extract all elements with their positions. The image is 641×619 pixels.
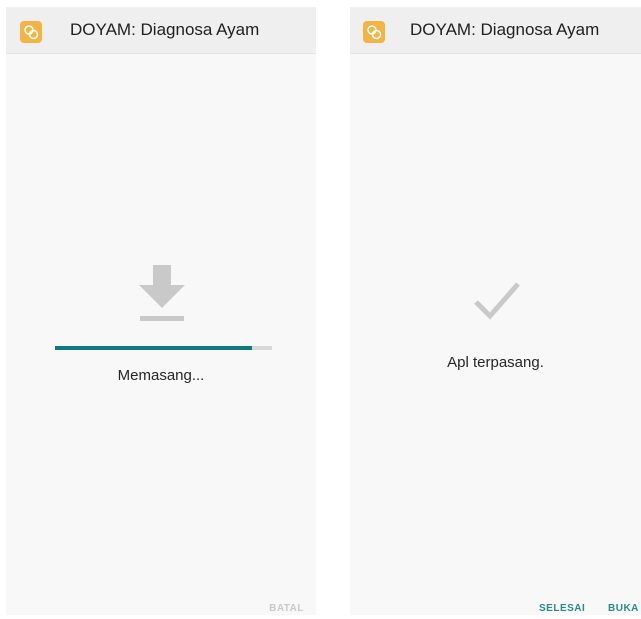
app-title: DOYAM: Diagnosa Ayam — [70, 20, 260, 39]
check-icon — [472, 278, 522, 331]
app-icon — [363, 21, 385, 43]
app-title: DOYAM: Diagnosa Ayam — [410, 20, 600, 39]
open-button[interactable]: BUKA — [608, 603, 639, 614]
installed-screen: DOYAM: Diagnosa Ayam Apl terpasang. SELE… — [350, 7, 641, 615]
app-bar: DOYAM: Diagnosa Ayam — [350, 7, 641, 54]
download-icon — [138, 261, 186, 332]
comparison-stage: DOYAM: Diagnosa Ayam Memasang... BATAL D — [0, 0, 641, 619]
progress-fill — [55, 346, 253, 350]
installed-status-text: Apl terpasang. — [447, 354, 544, 371]
cancel-button[interactable]: BATAL — [269, 603, 304, 614]
done-button[interactable]: SELESAI — [539, 603, 585, 614]
app-bar: DOYAM: Diagnosa Ayam — [6, 7, 316, 54]
installing-screen: DOYAM: Diagnosa Ayam Memasang... BATAL — [6, 7, 316, 615]
app-icon — [20, 21, 42, 43]
install-status-text: Memasang... — [117, 367, 205, 384]
install-progress-bar — [55, 346, 272, 350]
